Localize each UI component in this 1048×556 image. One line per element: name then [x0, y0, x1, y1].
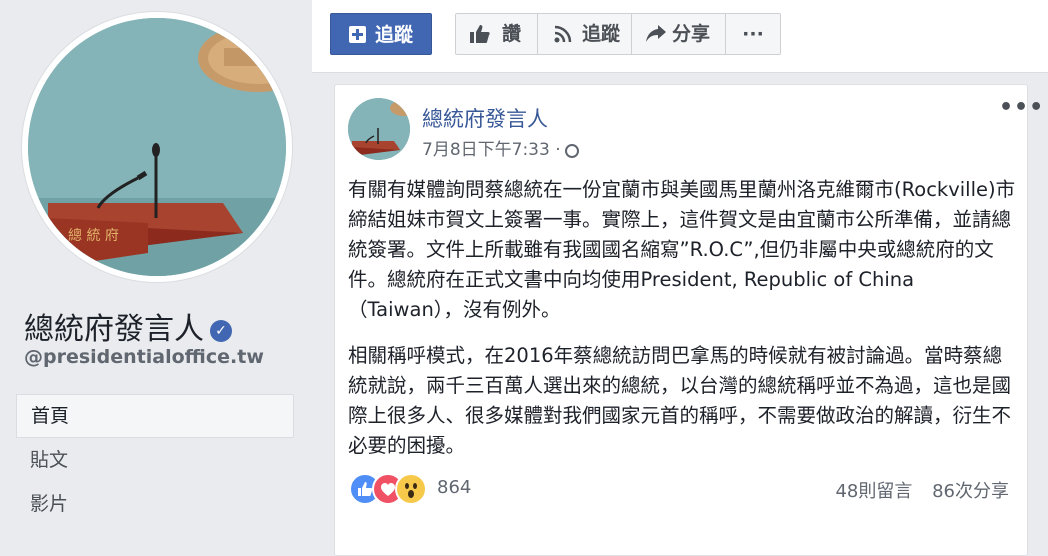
page-sidebar: 總 統 府 總統府發言人 ✓ @presidentialoffice.tw 首頁 …: [0, 0, 312, 530]
share-count-link[interactable]: 86次分享: [932, 481, 1009, 502]
sidebar-item-posts[interactable]: 貼文: [16, 438, 294, 482]
svg-text:總 統 府: 總 統 府: [68, 227, 119, 244]
page-name[interactable]: 總統府發言人 ✓: [24, 304, 232, 348]
comment-count-link[interactable]: 48則留言: [835, 481, 912, 502]
podium-photo-icon: 總 統 府: [28, 18, 286, 276]
reaction-count[interactable]: 864: [437, 477, 471, 498]
profile-picture-frame: 總 統 府: [22, 12, 292, 282]
sidebar-nav: 首頁 貼文 影片: [16, 394, 294, 526]
share-arrow-icon: [646, 25, 666, 42]
post-meta: 7月8日下午7:33 ·: [422, 135, 579, 160]
plus-icon: [349, 26, 366, 43]
podium-thumbnail-icon: [348, 98, 410, 160]
post-timestamp[interactable]: 7月8日下午7:33 ·: [422, 140, 561, 160]
like-page-button[interactable]: 讚: [456, 14, 538, 54]
thumbs-up-icon: [470, 25, 490, 43]
main-column: 追蹤 讚 追蹤 分享 ··· 總統府發言人 7月8日下午7:33 · ••• 有…: [312, 0, 1048, 556]
profile-picture[interactable]: 總 統 府: [28, 18, 286, 276]
share-page-button[interactable]: 分享: [632, 14, 726, 54]
wow-reaction-icon: [395, 473, 427, 505]
post-stats: 48則留言 86次分享: [821, 477, 1009, 503]
page-action-bar: 追蹤 讚 追蹤 分享 ···: [312, 0, 1048, 73]
post-author-name[interactable]: 總統府發言人: [422, 103, 548, 133]
verified-badge-icon: ✓: [210, 320, 232, 342]
post-options-button[interactable]: •••: [999, 95, 1044, 120]
post-paragraph-1: 有關有媒體詢問蔡總統在一份宜蘭市與美國馬里蘭州洛克維爾市(Rockville)市…: [348, 178, 1016, 321]
post-author-avatar[interactable]: [348, 98, 410, 160]
globe-icon: [564, 144, 579, 158]
follow-page-button[interactable]: 追蹤: [330, 13, 432, 55]
page-actions-group: 讚 追蹤 分享 ···: [455, 13, 781, 55]
sidebar-item-videos[interactable]: 影片: [16, 482, 294, 526]
post-card: 總統府發言人 7月8日下午7:33 · ••• 有關有媒體詢問蔡總統在一份宜蘭市…: [334, 84, 1043, 556]
rss-icon: [554, 25, 572, 43]
follow-button[interactable]: 追蹤: [538, 14, 632, 54]
post-paragraph-2: 相關稱呼模式，在2016年蔡總統訪問巴拿馬的時候就有被討論過。當時蔡總統就說，兩…: [348, 344, 1012, 457]
more-options-button[interactable]: ···: [726, 14, 780, 54]
sidebar-item-home[interactable]: 首頁: [16, 394, 294, 438]
page-handle[interactable]: @presidentialoffice.tw: [24, 346, 264, 368]
